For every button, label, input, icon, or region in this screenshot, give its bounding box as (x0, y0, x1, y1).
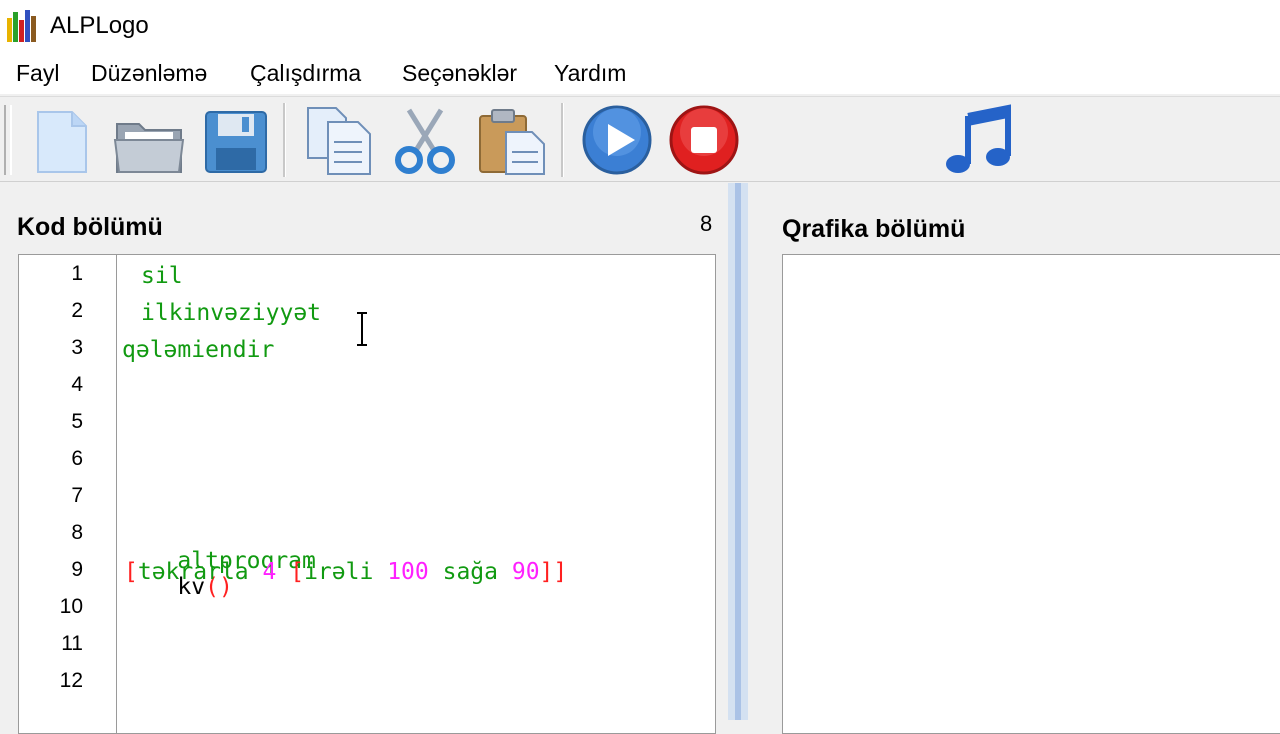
open-folder-icon (113, 123, 185, 173)
graphics-panel-title: Qrafika bölümü (782, 215, 966, 243)
code-line-1: sil (141, 263, 183, 289)
new-file-icon (37, 111, 87, 173)
number-token: 100 (387, 559, 429, 585)
menu-help[interactable]: Yardım (554, 60, 626, 87)
menu-options[interactable]: Seçənəklər (402, 60, 517, 87)
line-number: 5 (71, 410, 83, 433)
keyword-token: təkrarla (137, 559, 249, 585)
code-panel-title: Kod bölümü (17, 213, 163, 241)
menu-bar: Fayl Düzənləmə Çalışdırma Seçənəklər Yar… (0, 56, 1280, 94)
title-bar: ALPLogo (0, 0, 1280, 56)
paste-icon (479, 109, 545, 175)
line-number: 8 (71, 521, 83, 544)
keyword-token: irəli (304, 559, 374, 585)
copy-icon (307, 107, 371, 175)
new-file-button[interactable] (24, 102, 100, 178)
copy-button[interactable] (300, 102, 376, 178)
keyword-token: sağa (442, 559, 498, 585)
cut-icon (395, 108, 455, 174)
toolbar-grip[interactable] (4, 105, 12, 175)
stop-icon (669, 105, 739, 175)
bracket-token: [ (290, 559, 305, 585)
code-line-3: qələmiendir (122, 337, 275, 363)
toolbar-separator (561, 103, 564, 177)
menu-edit[interactable]: Düzənləmə (91, 60, 207, 87)
line-number: 7 (71, 484, 83, 507)
number-token: 4 (262, 559, 277, 585)
line-number: 11 (61, 632, 83, 655)
window-title: ALPLogo (50, 12, 149, 39)
paste-button[interactable] (474, 102, 550, 178)
code-line-9: [təkrarla 4 [irəli 100 sağa 90]] (124, 559, 567, 585)
number-token: 90 (511, 559, 540, 585)
graphics-canvas[interactable] (782, 254, 1280, 734)
line-number-gutter: 1 2 3 4 5 6 7 8 9 10 11 12 (19, 255, 117, 733)
line-number: 3 (71, 336, 83, 359)
toolbar-separator (283, 103, 286, 177)
code-editor[interactable]: 1 2 3 4 5 6 7 8 9 10 11 12 sil ilkinvəzi… (18, 254, 716, 734)
line-number: 4 (71, 373, 83, 396)
code-line-2: ilkinvəziyyət (141, 300, 322, 326)
save-button[interactable] (198, 102, 274, 178)
panel-splitter[interactable] (728, 183, 748, 720)
save-icon (205, 111, 267, 173)
line-number: 2 (71, 299, 83, 322)
menu-run[interactable]: Çalışdırma (250, 60, 361, 87)
music-button[interactable] (942, 102, 1018, 178)
line-number: 1 (71, 262, 83, 285)
run-icon (582, 105, 652, 175)
menu-file[interactable]: Fayl (16, 60, 59, 87)
toolbar (0, 96, 1280, 182)
line-count: 8 (700, 211, 713, 236)
music-icon (946, 104, 1011, 173)
line-number: 12 (59, 669, 83, 692)
bracket-token: [ (124, 559, 138, 585)
stop-button[interactable] (666, 102, 742, 178)
line-number: 9 (71, 558, 83, 581)
open-button[interactable] (111, 102, 187, 178)
line-number: 10 (59, 595, 83, 618)
text-cursor-icon (357, 312, 367, 346)
cut-button[interactable] (387, 102, 463, 178)
run-button[interactable] (579, 102, 655, 178)
line-number: 6 (71, 447, 83, 470)
alplogo-app-icon (7, 10, 36, 42)
bracket-token: ]] (539, 559, 568, 585)
